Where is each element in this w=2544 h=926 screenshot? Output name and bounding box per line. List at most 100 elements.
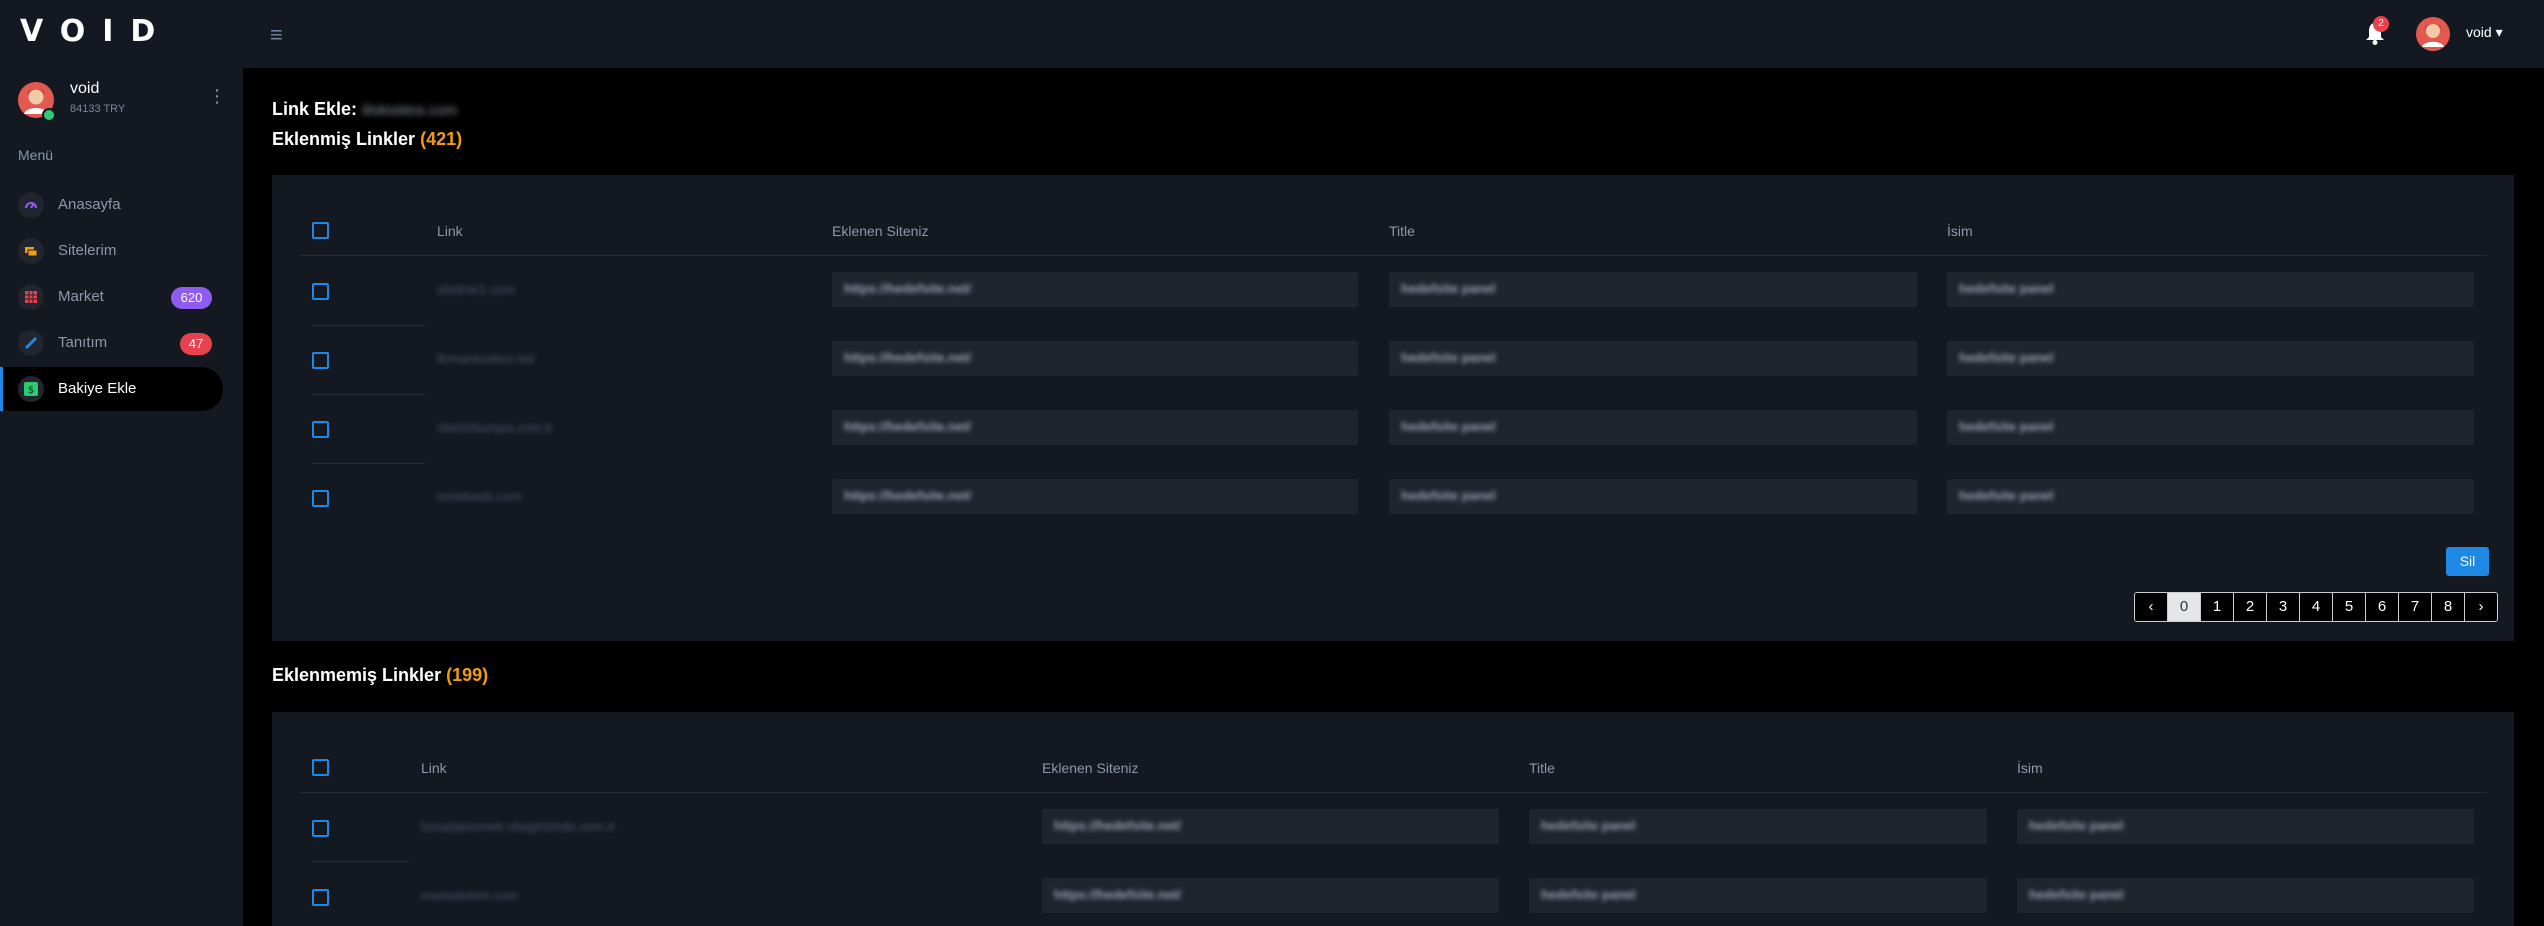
dollar-icon: $ bbox=[18, 376, 44, 402]
title-field[interactable]: hedefsite panel bbox=[1389, 479, 1917, 514]
top-bar: VOID ≡ 2 void ▾ bbox=[0, 0, 2544, 68]
name-field[interactable]: hedefsite panel bbox=[1947, 479, 2474, 514]
avatar[interactable] bbox=[2416, 17, 2450, 51]
row-link[interactable]: buradakiornek.sitegirisinde.com.tr bbox=[421, 819, 615, 834]
row-link[interactable]: markalinkim.com bbox=[421, 888, 519, 903]
cards-icon bbox=[18, 238, 44, 264]
column-header-link: Link bbox=[421, 760, 447, 776]
title-field[interactable]: hedefsite panel bbox=[1529, 878, 1987, 913]
pagination-page-5[interactable]: 5 bbox=[2332, 593, 2365, 621]
name-field[interactable]: hedefsite panel bbox=[2017, 878, 2474, 913]
name-field-value: hedefsite panel bbox=[1959, 350, 2054, 365]
link-ekle-label: Link Ekle: bbox=[272, 99, 358, 119]
sidebar-item-label: Market bbox=[58, 288, 104, 305]
sidebar-item-bakiye-ekle[interactable]: $ Bakiye Ekle bbox=[0, 367, 223, 411]
not-added-links-count: (199) bbox=[446, 665, 489, 685]
row-link[interactable]: ornekweb.com bbox=[437, 489, 522, 504]
column-header-isim: İsim bbox=[2017, 760, 2043, 776]
sidebar-item-anasayfa[interactable]: Anasayfa bbox=[0, 183, 223, 227]
pagination: ‹ 0 1 2 3 4 5 6 7 8 › bbox=[2134, 592, 2498, 622]
sidebar-item-tanitim[interactable]: Tanıtım 47 bbox=[0, 321, 223, 365]
row-link[interactable]: firmaninsitesi.net bbox=[437, 351, 535, 366]
name-field[interactable]: hedefsite panel bbox=[1947, 410, 2474, 445]
added-links-panel bbox=[272, 175, 2514, 641]
sidebar-item-label: Tanıtım bbox=[58, 334, 108, 351]
sidebar-user-balance: 84133 TRY bbox=[70, 103, 126, 115]
site-field[interactable]: https://hedefsite.net/ bbox=[832, 410, 1358, 445]
sidebar-item-label: Bakiye Ekle bbox=[58, 380, 137, 397]
sidebar-item-market[interactable]: Market 620 bbox=[0, 275, 223, 319]
delete-button[interactable]: Sil bbox=[2446, 547, 2489, 576]
name-field-value: hedefsite panel bbox=[1959, 488, 2054, 503]
sidebar-item-sitelerim[interactable]: Sitelerim bbox=[0, 229, 223, 273]
name-field-value: hedefsite panel bbox=[2029, 887, 2124, 902]
select-all-checkbox[interactable] bbox=[312, 759, 329, 776]
pagination-page-2[interactable]: 2 bbox=[2233, 593, 2266, 621]
row-checkbox[interactable] bbox=[312, 490, 329, 507]
pagination-next-button[interactable]: › bbox=[2464, 593, 2497, 621]
site-field[interactable]: https://hedefsite.net/ bbox=[832, 341, 1358, 376]
site-field[interactable]: https://hedefsite.net/ bbox=[1042, 878, 1499, 913]
title-field-value: hedefsite panel bbox=[1401, 281, 1496, 296]
pagination-prev-button[interactable]: ‹ bbox=[2135, 593, 2167, 621]
not-added-links-heading: Eklenmemiş Linkler (199) bbox=[272, 665, 488, 686]
pagination-page-3[interactable]: 3 bbox=[2266, 593, 2299, 621]
title-field[interactable]: hedefsite panel bbox=[1389, 272, 1917, 307]
row-divider bbox=[312, 463, 425, 464]
row-checkbox[interactable] bbox=[312, 889, 329, 906]
site-field[interactable]: https://hedefsite.net/ bbox=[832, 272, 1358, 307]
grid-icon bbox=[18, 284, 44, 310]
column-header-link: Link bbox=[437, 223, 463, 239]
pagination-page-7[interactable]: 7 bbox=[2398, 593, 2431, 621]
site-field-value: https://hedefsite.net/ bbox=[844, 350, 972, 365]
site-field[interactable]: https://hedefsite.net/ bbox=[832, 479, 1358, 514]
site-field-value: https://hedefsite.net/ bbox=[1054, 887, 1182, 902]
not-added-links-title: Eklenmemiş Linkler bbox=[272, 665, 442, 685]
site-field[interactable]: https://hedefsite.net/ bbox=[1042, 809, 1499, 844]
market-count-badge: 620 bbox=[171, 287, 212, 309]
sidebar-item-label: Anasayfa bbox=[58, 196, 121, 213]
added-links-count: (421) bbox=[420, 129, 463, 149]
column-header-title: Title bbox=[1389, 223, 1415, 239]
row-divider bbox=[312, 861, 409, 862]
app-logo[interactable]: VOID bbox=[20, 14, 172, 49]
row-checkbox[interactable] bbox=[312, 283, 329, 300]
column-header-eklenen-siteniz: Eklenen Siteniz bbox=[1042, 760, 1139, 776]
row-link[interactable]: sitenizburaya.com.tr bbox=[437, 420, 553, 435]
row-divider bbox=[312, 394, 425, 395]
row-link[interactable]: sitelinki1.com bbox=[437, 282, 515, 297]
row-checkbox[interactable] bbox=[312, 421, 329, 438]
title-field[interactable]: hedefsite panel bbox=[1529, 809, 1987, 844]
header-divider bbox=[300, 792, 2486, 793]
pagination-page-1[interactable]: 1 bbox=[2200, 593, 2233, 621]
pagination-page-6[interactable]: 6 bbox=[2365, 593, 2398, 621]
added-links-title: Eklenmiş Linkler bbox=[272, 129, 416, 149]
svg-text:$: $ bbox=[28, 385, 34, 396]
site-field-value: https://hedefsite.net/ bbox=[844, 488, 972, 503]
row-checkbox[interactable] bbox=[312, 820, 329, 837]
link-ekle-heading: Link Ekle: iliskisitesi.com bbox=[272, 99, 457, 120]
name-field[interactable]: hedefsite panel bbox=[1947, 272, 2474, 307]
name-field-value: hedefsite panel bbox=[1959, 419, 2054, 434]
pen-icon bbox=[18, 330, 44, 356]
pagination-page-0[interactable]: 0 bbox=[2167, 593, 2200, 621]
pagination-page-8[interactable]: 8 bbox=[2431, 593, 2464, 621]
user-menu[interactable]: void ▾ bbox=[2466, 24, 2503, 41]
row-checkbox[interactable] bbox=[312, 352, 329, 369]
title-field[interactable]: hedefsite panel bbox=[1389, 341, 1917, 376]
name-field[interactable]: hedefsite panel bbox=[1947, 341, 2474, 376]
site-field-value: https://hedefsite.net/ bbox=[844, 281, 972, 296]
name-field[interactable]: hedefsite panel bbox=[2017, 809, 2474, 844]
site-field-value: https://hedefsite.net/ bbox=[844, 419, 972, 434]
title-field-value: hedefsite panel bbox=[1401, 488, 1496, 503]
title-field-value: hedefsite panel bbox=[1541, 818, 1636, 833]
title-field[interactable]: hedefsite panel bbox=[1389, 410, 1917, 445]
added-links-heading: Eklenmiş Linkler (421) bbox=[272, 129, 462, 150]
hamburger-icon[interactable]: ≡ bbox=[270, 22, 283, 48]
pagination-page-4[interactable]: 4 bbox=[2299, 593, 2332, 621]
row-divider bbox=[312, 325, 425, 326]
title-field-value: hedefsite panel bbox=[1401, 350, 1496, 365]
kebab-menu-icon[interactable]: ⋮ bbox=[208, 86, 226, 107]
select-all-checkbox[interactable] bbox=[312, 222, 329, 239]
name-field-value: hedefsite panel bbox=[1959, 281, 2054, 296]
